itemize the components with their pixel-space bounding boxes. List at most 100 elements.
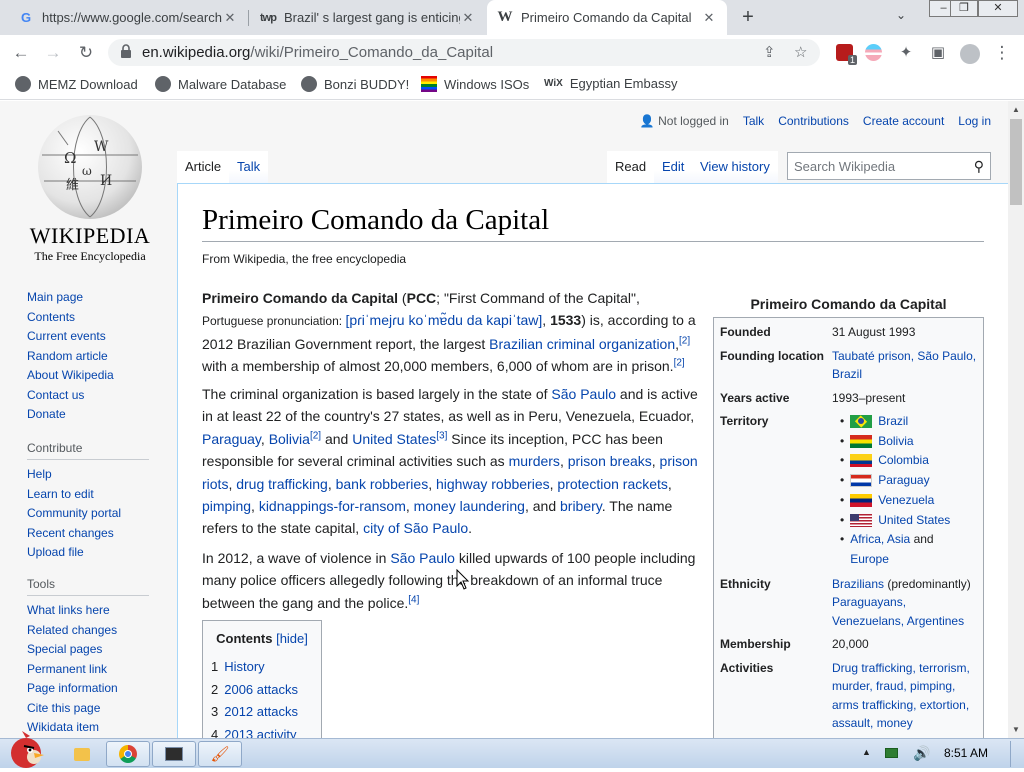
restore-button[interactable]: ❐ <box>950 0 978 17</box>
puzzle-icon[interactable]: ✦ <box>893 40 919 66</box>
bookmark-egyptian-embassy[interactable]: WiX Egyptian Embassy <box>544 76 677 91</box>
contributions-link[interactable]: Contributions <box>778 114 849 128</box>
svg-text:維: 維 <box>66 178 79 193</box>
venezuela-flag-icon <box>850 493 873 507</box>
create-account-link[interactable]: Create account <box>863 114 944 128</box>
close-icon[interactable]: ✕ <box>222 10 238 26</box>
sidebar-item-contents[interactable]: Contents <box>27 308 114 328</box>
close-icon[interactable]: ✕ <box>460 10 476 26</box>
paraguay-flag-icon <box>850 474 873 488</box>
tab-brazil-gang[interactable]: twp Brazil' s largest gang is enticing ✕ <box>250 0 486 35</box>
infobox-value[interactable]: Drug trafficking, terrorism, murder, fra… <box>832 659 977 733</box>
terminal-taskbar-button[interactable] <box>152 741 196 767</box>
sidebar-item-community-portal[interactable]: Community portal <box>27 504 149 524</box>
svg-text:Ω: Ω <box>64 149 76 167</box>
extension-badge: 1 <box>847 55 857 65</box>
new-tab-button[interactable]: + <box>737 6 759 28</box>
sidebar-item-contact[interactable]: Contact us <box>27 386 114 406</box>
network-icon[interactable] <box>885 748 898 758</box>
infobox-value[interactable]: Taubaté prison, São Paulo, Brazil <box>832 347 977 384</box>
forward-button[interactable]: → <box>40 40 66 66</box>
bookmark-label: Windows ISOs <box>444 76 530 92</box>
sidebar-item-donate[interactable]: Donate <box>27 405 114 425</box>
toc-hide-link[interactable]: [hide] <box>276 631 308 646</box>
sidebar-item-page-information[interactable]: Page information <box>27 679 149 699</box>
scroll-up-icon[interactable]: ▲ <box>1012 105 1020 114</box>
toc-item-history[interactable]: 1 History <box>211 656 313 679</box>
sidebar-item-special-pages[interactable]: Special pages <box>27 640 149 660</box>
sidebar-item-learn-to-edit[interactable]: Learn to edit <box>27 485 149 505</box>
sidebar-item-recent-changes[interactable]: Recent changes <box>27 524 149 544</box>
wikipedia-logo[interactable]: Ω W 維 И ω WIKIPEDIA The Free Encyclopedi… <box>22 115 158 265</box>
reload-button[interactable]: ↻ <box>73 40 99 66</box>
sidebar-item-about[interactable]: About Wikipedia <box>27 366 114 386</box>
profile-avatar[interactable] <box>957 40 983 66</box>
infobox-key: Founding location <box>720 348 824 363</box>
bookmark-label: Bonzi BUDDY! <box>324 76 410 92</box>
search-icon[interactable]: ⚲ <box>974 158 984 175</box>
sidebar-item-related-changes[interactable]: Related changes <box>27 621 149 641</box>
menu-icon[interactable]: ⋮ <box>989 40 1015 66</box>
tab-talk[interactable]: Talk <box>229 151 269 183</box>
bookmark-bonzi[interactable]: Bonzi BUDDY! <box>301 76 409 92</box>
tab-read[interactable]: Read <box>607 151 655 183</box>
territory-colombia[interactable]: Colombia <box>840 451 977 471</box>
sidebar-item-current-events[interactable]: Current events <box>27 327 114 347</box>
sidebar-item-what-links-here[interactable]: What links here <box>27 601 149 621</box>
tab-google[interactable]: G https://www.google.com/search ✕ <box>8 0 248 35</box>
ethnicity-others[interactable]: Paraguayans, Venezuelans, Argentines <box>832 595 964 628</box>
territory-africa-asia[interactable]: Africa, Asia <box>850 532 910 546</box>
territory-brazil[interactable]: Brazil <box>840 412 977 432</box>
toc-item-2013[interactable]: 4 2013 activity <box>211 724 313 738</box>
chevron-down-icon[interactable]: ⌄ <box>896 8 906 22</box>
territory-europe[interactable]: Europe <box>850 552 889 566</box>
page-scrollbar[interactable]: ▲ ▼ <box>1008 101 1024 738</box>
start-button[interactable] <box>4 731 46 769</box>
volume-icon[interactable]: 🔊 <box>913 745 930 762</box>
sidebar-item-main-page[interactable]: Main page <box>27 288 114 308</box>
sidebar-item-upload-file[interactable]: Upload file <box>27 543 149 563</box>
ethnicity-brazilians[interactable]: Brazilians <box>832 577 884 591</box>
scrollbar-thumb[interactable] <box>1010 119 1022 205</box>
share-icon[interactable]: ⇪ <box>763 43 776 61</box>
tab-article[interactable]: Article <box>177 151 230 183</box>
back-button[interactable]: ← <box>8 40 34 66</box>
bookmark-windows-isos[interactable]: Windows ISOs <box>421 76 529 92</box>
window-close-button[interactable]: ✕ <box>978 0 1018 17</box>
chrome-taskbar-button[interactable] <box>106 741 150 767</box>
log-in-link[interactable]: Log in <box>958 114 991 128</box>
bookmark-memz[interactable]: MEMZ Download <box>15 76 138 92</box>
bookmark-malware-db[interactable]: Malware Database <box>155 76 286 92</box>
tab-view-history[interactable]: View history <box>692 151 778 183</box>
star-icon[interactable]: ☆ <box>794 43 807 61</box>
tab-edit[interactable]: Edit <box>654 151 693 183</box>
sidepanel-icon[interactable]: ▣ <box>925 40 951 66</box>
territory-label: Paraguay <box>878 473 930 488</box>
sidebar-item-random-article[interactable]: Random article <box>27 347 114 367</box>
territory-united-states[interactable]: United States <box>840 511 977 531</box>
sidebar-item-cite-this-page[interactable]: Cite this page <box>27 699 149 719</box>
tray-expand-icon[interactable]: ▲ <box>862 747 871 757</box>
territory-venezuela[interactable]: Venezuela <box>840 491 977 511</box>
scroll-down-icon[interactable]: ▼ <box>1012 725 1020 734</box>
sidebar-contribute: Contribute Help Learn to edit Community … <box>27 441 149 563</box>
territory-paraguay[interactable]: Paraguay <box>840 471 977 491</box>
personal-talk-link[interactable]: Talk <box>743 114 764 128</box>
extension-icon[interactable] <box>865 44 882 61</box>
sidebar-item-permanent-link[interactable]: Permanent link <box>27 660 149 680</box>
toc-item-2012[interactable]: 3 2012 attacks <box>211 701 313 724</box>
close-icon[interactable]: ✕ <box>701 10 717 26</box>
explorer-icon[interactable] <box>60 741 104 767</box>
tvp-icon: twp <box>260 11 277 24</box>
tab-wikipedia[interactable]: W Primeiro Comando da Capital ✕ <box>487 0 727 35</box>
sidebar-item-help[interactable]: Help <box>27 465 149 485</box>
search-input[interactable]: Search Wikipedia ⚲ <box>787 152 991 180</box>
taskbar-clock[interactable]: 8:51 AM <box>944 746 988 760</box>
paint-taskbar-button[interactable]: 🖌 <box>198 741 242 767</box>
page-title: Primeiro Comando da Capital <box>202 204 984 242</box>
toc-item-2006[interactable]: 2 2006 attacks <box>211 679 313 702</box>
address-bar[interactable]: en.wikipedia.org/wiki/Primeiro_Comando_d… <box>108 39 820 66</box>
territory-bolivia[interactable]: Bolivia <box>840 432 977 452</box>
show-desktop-button[interactable] <box>1010 741 1022 767</box>
ublock-icon[interactable]: 1 <box>836 44 857 65</box>
